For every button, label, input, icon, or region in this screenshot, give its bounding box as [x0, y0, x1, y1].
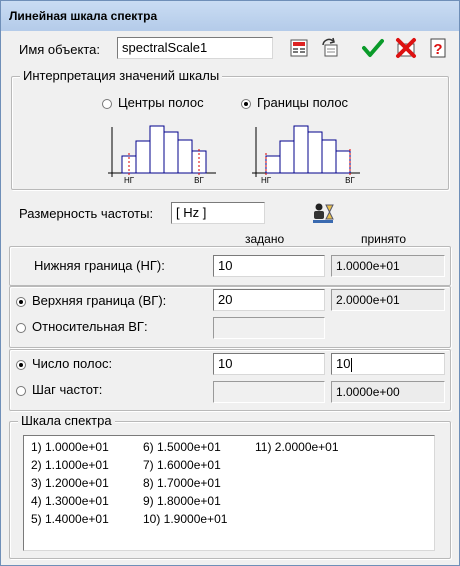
band-count-accepted-field[interactable]: 10 — [331, 353, 445, 375]
upper-bound-label: Верхняя граница (ВГ): — [32, 293, 167, 308]
refresh-icon[interactable] — [319, 37, 341, 59]
list-item[interactable]: 3) 1.2000e+01 — [31, 476, 109, 490]
radio-band-count[interactable] — [16, 360, 26, 370]
column-header-accepted: принято — [361, 232, 407, 246]
dialog-body: Имя объекта: spectralScale1 ? Интерпрета… — [5, 31, 455, 561]
list-item[interactable]: 11) 2.0000e+01 — [255, 440, 339, 454]
list-item[interactable]: 10) 1.9000e+01 — [143, 512, 227, 526]
column-header-set: задано — [245, 232, 285, 246]
window-title: Линейная шкала спектра — [9, 9, 158, 23]
object-name-input[interactable]: spectralScale1 — [117, 37, 273, 59]
object-name-label: Имя объекта: — [19, 42, 101, 57]
text-caret — [351, 357, 353, 372]
cancel-icon[interactable] — [395, 37, 417, 59]
list-item[interactable]: 5) 1.4000e+01 — [31, 512, 109, 526]
spectrum-scale-title: Шкала спектра — [18, 413, 115, 428]
upper-bound-input[interactable]: 20 — [213, 289, 325, 311]
radio-band-centers[interactable] — [102, 99, 112, 109]
interpretation-group: Интерпретация значений шкалы Центры поло… — [11, 68, 449, 190]
radio-relative-upper[interactable] — [16, 323, 26, 333]
option-band-centers-label: Центры полос — [118, 95, 204, 110]
band-centers-diagram: НГ ВГ — [108, 125, 216, 185]
diagram-lower-bound-label: НГ — [124, 176, 135, 185]
frequency-step-accepted: 1.0000e+00 — [331, 381, 445, 403]
units-icon[interactable] — [311, 201, 335, 225]
radio-frequency-step[interactable] — [16, 386, 26, 396]
list-item[interactable]: 1) 1.0000e+01 — [31, 440, 109, 454]
frequency-step-label: Шаг частот: — [32, 382, 103, 397]
help-icon[interactable]: ? — [427, 37, 449, 59]
diagram-lower-bound-label: НГ — [261, 176, 272, 185]
dialog-window: Линейная шкала спектра Имя объекта: spec… — [0, 0, 460, 566]
spectrum-list[interactable]: 1) 1.0000e+01 2) 1.1000e+01 3) 1.2000e+0… — [23, 435, 435, 551]
diagram-upper-bound-label: ВГ — [345, 176, 355, 185]
lower-bound-label: Нижняя граница (НГ): — [34, 258, 165, 273]
band-count-input[interactable]: 10 — [213, 353, 325, 375]
frequency-step-input — [213, 381, 325, 403]
list-item[interactable]: 8) 1.7000e+01 — [143, 476, 221, 490]
option-band-bounds-label: Границы полос — [257, 95, 349, 110]
svg-text:?: ? — [433, 41, 442, 58]
title-bar[interactable]: Линейная шкала спектра — [1, 1, 459, 31]
band-bounds-diagram: НГ ВГ — [252, 125, 360, 185]
upper-bound-accepted: 2.0000e+01 — [331, 289, 445, 311]
list-item[interactable]: 7) 1.6000e+01 — [143, 458, 221, 472]
save-icon[interactable] — [288, 37, 310, 59]
lower-bound-input[interactable]: 10 — [213, 255, 325, 277]
list-item[interactable]: 2) 1.1000e+01 — [31, 458, 109, 472]
frequency-unit-input[interactable]: [ Hz ] — [171, 202, 265, 224]
diagram-upper-bound-label: ВГ — [194, 176, 204, 185]
ok-check-icon[interactable] — [362, 37, 384, 59]
band-count-label: Число полос: — [32, 356, 113, 371]
radio-upper-bound[interactable] — [16, 297, 26, 307]
frequency-unit-label: Размерность частоты: — [19, 206, 154, 221]
relative-upper-input — [213, 317, 325, 339]
radio-band-bounds[interactable] — [241, 99, 251, 109]
band-count-accepted: 10 — [336, 356, 351, 371]
relative-upper-label: Относительная ВГ: — [32, 319, 148, 334]
list-item[interactable]: 9) 1.8000e+01 — [143, 494, 221, 508]
interpretation-title: Интерпретация значений шкалы — [20, 68, 223, 83]
list-item[interactable]: 4) 1.3000e+01 — [31, 494, 109, 508]
lower-bound-accepted: 1.0000e+01 — [331, 255, 445, 277]
list-item[interactable]: 6) 1.5000e+01 — [143, 440, 221, 454]
